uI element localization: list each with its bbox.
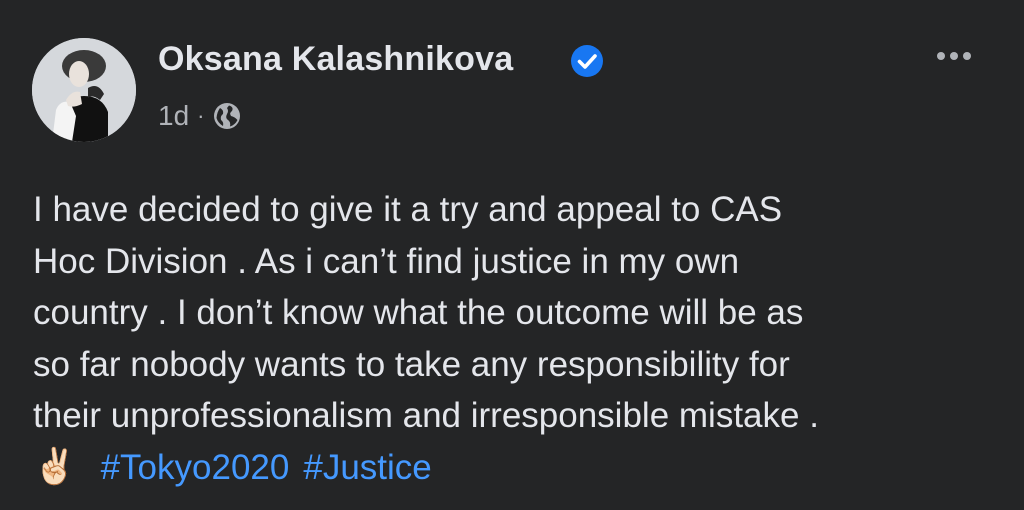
post-text-line: country . I don’t know what the outcome …	[33, 293, 804, 333]
author-name[interactable]: Oksana Kalashnikova	[158, 40, 513, 79]
post-text-line: I have decided to give it a try and appe…	[33, 190, 783, 229]
post-text-line: their unprofessionalism and irresponsibl…	[33, 396, 819, 436]
author-avatar[interactable]	[32, 38, 136, 142]
post-text-line: so far nobody wants to take any responsi…	[33, 344, 790, 384]
post-card: Oksana Kalashnikova 1d · I have decided …	[0, 0, 1024, 510]
hashtag-justice-link[interactable]: #Justice	[303, 442, 431, 494]
post-body: I have decided to give it a try and appe…	[33, 184, 1013, 494]
avatar-photo	[32, 38, 136, 142]
post-text-line: Hoc Division . As i can’t find justice i…	[33, 241, 740, 281]
hashtag-tokyo2020-link[interactable]: #Tokyo2020	[101, 442, 290, 494]
globe-icon[interactable]	[212, 101, 242, 131]
more-options-dot	[950, 52, 958, 60]
more-options-button[interactable]	[926, 36, 982, 76]
meta-separator: ·	[197, 103, 205, 128]
verified-badge-icon	[571, 45, 603, 77]
more-options-dot	[963, 52, 971, 60]
hashtag-line: ✌🏻 #Tokyo2020 #Justice	[33, 442, 1013, 494]
victory-hand-emoji: ✌🏻	[33, 447, 77, 488]
post-meta: 1d ·	[158, 96, 242, 136]
more-options-dot	[937, 52, 945, 60]
post-timestamp[interactable]: 1d	[158, 100, 189, 132]
